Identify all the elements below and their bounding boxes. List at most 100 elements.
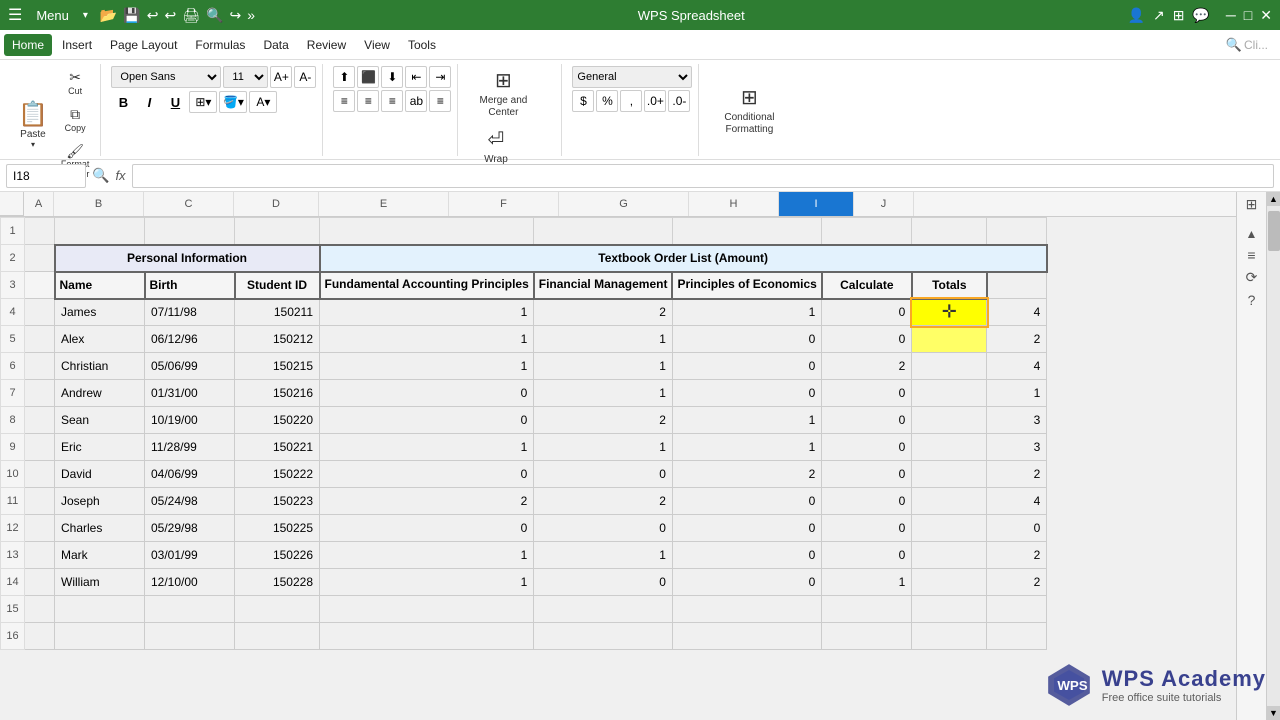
col-header-e[interactable]: E: [319, 192, 449, 216]
bold-button[interactable]: B: [111, 90, 135, 114]
cell-h8[interactable]: 0: [822, 407, 912, 434]
cell-f15[interactable]: [534, 596, 673, 623]
format-cells-icon[interactable]: ⊞: [1246, 196, 1258, 213]
chat-icon[interactable]: 💬: [1192, 7, 1209, 24]
cell-h6[interactable]: 2: [822, 353, 912, 380]
cell-sid-7[interactable]: 150216: [235, 380, 320, 407]
cell-b15[interactable]: [55, 596, 145, 623]
cell-i9[interactable]: [912, 434, 987, 461]
cell-g8[interactable]: 1: [672, 407, 821, 434]
cell-birth-11[interactable]: 05/24/98: [145, 488, 235, 515]
row-header[interactable]: 8: [1, 407, 25, 434]
currency-button[interactable]: $: [572, 90, 594, 112]
cell-reference-input[interactable]: [6, 164, 86, 188]
cell-name-10[interactable]: David: [55, 461, 145, 488]
cell-j8[interactable]: 3: [987, 407, 1047, 434]
cell-sid-10[interactable]: 150222: [235, 461, 320, 488]
cell-j14[interactable]: 2: [987, 569, 1047, 596]
cell-birth-7[interactable]: 01/31/00: [145, 380, 235, 407]
cell-g15[interactable]: [672, 596, 821, 623]
menu-view[interactable]: View: [356, 34, 398, 56]
justify-button[interactable]: ≡: [429, 90, 451, 112]
col-header-f[interactable]: F: [449, 192, 559, 216]
cell-h12[interactable]: 0: [822, 515, 912, 542]
menu-button[interactable]: Menu: [28, 6, 77, 25]
menu-formulas[interactable]: Formulas: [187, 34, 253, 56]
cell-c1[interactable]: [145, 218, 235, 245]
view-icon[interactable]: ⊞: [1173, 7, 1185, 24]
cell-sid-8[interactable]: 150220: [235, 407, 320, 434]
cell-e9[interactable]: 1: [320, 434, 534, 461]
cell-birth-14[interactable]: 12/10/00: [145, 569, 235, 596]
underline-button[interactable]: U: [163, 90, 187, 114]
dropdown-arrow[interactable]: ▾: [83, 10, 88, 21]
cell-i12[interactable]: [912, 515, 987, 542]
undo2-icon[interactable]: ↩: [165, 7, 177, 24]
cell-j5[interactable]: 2: [987, 326, 1047, 353]
menu-insert[interactable]: Insert: [54, 34, 100, 56]
vertical-scrollbar[interactable]: ▲ ▼: [1266, 192, 1280, 720]
minimize-icon[interactable]: ─: [1226, 7, 1236, 23]
cell-f10[interactable]: 0: [534, 461, 673, 488]
cell-i11[interactable]: [912, 488, 987, 515]
cell-f7[interactable]: 1: [534, 380, 673, 407]
cell-j16[interactable]: [987, 623, 1047, 650]
cell-e6[interactable]: 1: [320, 353, 534, 380]
cell-sid-5[interactable]: 150212: [235, 326, 320, 353]
cell-d1[interactable]: [235, 218, 320, 245]
row-header[interactable]: 6: [1, 353, 25, 380]
cell-g4[interactable]: 1: [672, 299, 821, 326]
row-header[interactable]: 2: [1, 245, 25, 272]
cell-sid-6[interactable]: 150215: [235, 353, 320, 380]
cell-g13[interactable]: 0: [672, 542, 821, 569]
cell-a15[interactable]: [25, 596, 55, 623]
cell-e11[interactable]: 2: [320, 488, 534, 515]
cell-name-13[interactable]: Mark: [55, 542, 145, 569]
cell-j3[interactable]: [987, 272, 1047, 299]
save-icon[interactable]: 💾: [123, 7, 140, 24]
align-left-button[interactable]: ≡: [333, 90, 355, 112]
font-name-select[interactable]: Open Sans: [111, 66, 221, 88]
cell-a6[interactable]: [25, 353, 55, 380]
cell-i8[interactable]: [912, 407, 987, 434]
menu-page-layout[interactable]: Page Layout: [102, 34, 185, 56]
row-header[interactable]: 9: [1, 434, 25, 461]
col-header-d[interactable]: D: [234, 192, 319, 216]
cell-g6[interactable]: 0: [672, 353, 821, 380]
cell-j6[interactable]: 4: [987, 353, 1047, 380]
share-icon[interactable]: ↗: [1153, 7, 1165, 24]
cell-f13[interactable]: 1: [534, 542, 673, 569]
cell-a16[interactable]: [25, 623, 55, 650]
cell-g12[interactable]: 0: [672, 515, 821, 542]
redo-icon[interactable]: ↪: [229, 7, 241, 24]
right-tool-3[interactable]: ?: [1248, 292, 1256, 308]
cell-h11[interactable]: 0: [822, 488, 912, 515]
paste-arrow[interactable]: ▾: [31, 140, 35, 149]
cell-j15[interactable]: [987, 596, 1047, 623]
undo-icon[interactable]: ↩: [147, 7, 159, 24]
cell-a13[interactable]: [25, 542, 55, 569]
col-header-c[interactable]: C: [144, 192, 234, 216]
cell-sid-13[interactable]: 150226: [235, 542, 320, 569]
cell-j4[interactable]: 4: [987, 299, 1047, 326]
cell-sid-14[interactable]: 150228: [235, 569, 320, 596]
cell-j9[interactable]: 3: [987, 434, 1047, 461]
indent-inc-button[interactable]: ⇥: [429, 66, 451, 88]
col-header-b[interactable]: B: [54, 192, 144, 216]
align-middle-button[interactable]: ⬛: [357, 66, 379, 88]
dec-decrease-button[interactable]: .0-: [668, 90, 690, 112]
hamburger-icon[interactable]: ☰: [8, 5, 22, 25]
cell-a11[interactable]: [25, 488, 55, 515]
cell-birth-10[interactable]: 04/06/99: [145, 461, 235, 488]
align-top-button[interactable]: ⬆: [333, 66, 355, 88]
cell-birth-4[interactable]: 07/11/98: [145, 299, 235, 326]
search-text[interactable]: Cli...: [1244, 38, 1268, 52]
cell-h1[interactable]: [822, 218, 912, 245]
fill-color-button[interactable]: 🪣▾: [219, 91, 247, 113]
cell-h4[interactable]: 0: [822, 299, 912, 326]
cell-j7[interactable]: 1: [987, 380, 1047, 407]
cell-g7[interactable]: 0: [672, 380, 821, 407]
cell-i14[interactable]: [912, 569, 987, 596]
cell-f11[interactable]: 2: [534, 488, 673, 515]
cell-i16[interactable]: [912, 623, 987, 650]
